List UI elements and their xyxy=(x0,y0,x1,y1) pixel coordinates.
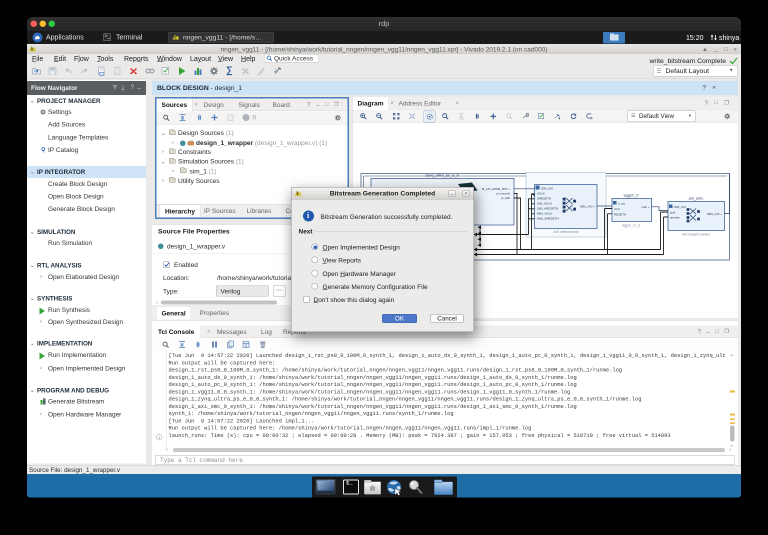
svg-text:ACLK: ACLK xyxy=(537,192,545,196)
svg-text:ARESETN: ARESETN xyxy=(537,197,551,201)
svg-text:CLK: CLK xyxy=(614,207,620,211)
svg-text:AXI SmartConnect: AXI SmartConnect xyxy=(682,233,710,237)
svg-text:S00_ARESETN: S00_ARESETN xyxy=(537,207,558,211)
svg-text:M00_ARESETN: M00_ARESETN xyxy=(537,217,559,221)
svg-text:s_axi: s_axi xyxy=(618,202,625,206)
svg-text:AXI Interconnect: AXI Interconnect xyxy=(553,230,578,234)
svg-text:S00_ACLK: S00_ACLK xyxy=(537,202,552,206)
svg-text:pl_resetn0: pl_resetn0 xyxy=(497,192,511,196)
svg-text:aresetn: aresetn xyxy=(670,216,680,220)
svg-text:axi_smc: axi_smc xyxy=(689,196,704,201)
svg-text:S00_AXI: S00_AXI xyxy=(541,187,553,191)
svg-text:mac +: mac + xyxy=(641,205,650,209)
svg-text:M00_AXI +: M00_AXI + xyxy=(580,205,595,209)
svg-text:aclk: aclk xyxy=(670,211,676,215)
svg-text:vgg11_0: vgg11_0 xyxy=(623,193,639,198)
svg-text:M00_AXI +: M00_AXI + xyxy=(707,212,722,216)
svg-text:zynq_ultra_ps_e_0: zynq_ultra_ps_e_0 xyxy=(425,173,460,178)
svg-text:M_AXI_HPM0_FPD +: M_AXI_HPM0_FPD + xyxy=(482,187,511,191)
svg-text:pl_clk0: pl_clk0 xyxy=(501,196,510,200)
svg-text:vgg11_v1_0: vgg11_v1_0 xyxy=(622,224,640,228)
svg-text:S00_AXI: S00_AXI xyxy=(674,205,686,209)
svg-text:M00_ACLK: M00_ACLK xyxy=(537,212,552,216)
svg-text:RESETN: RESETN xyxy=(614,213,626,217)
